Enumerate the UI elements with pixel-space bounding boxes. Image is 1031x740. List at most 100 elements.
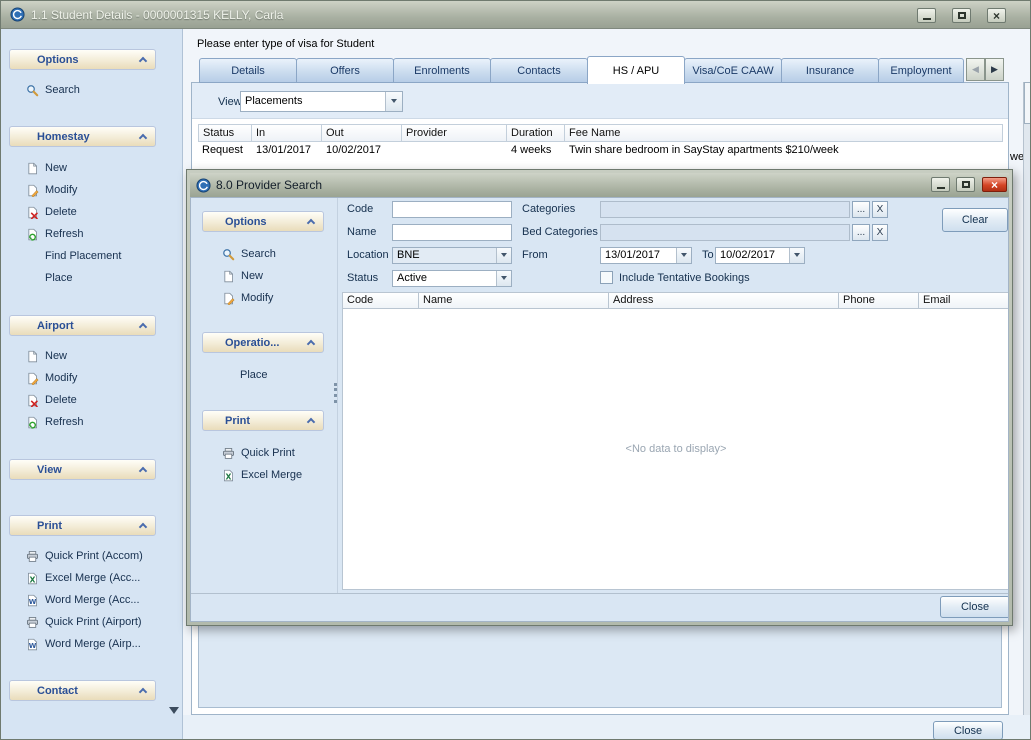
location-label: Location <box>347 249 389 261</box>
sidebar-item-find-placement[interactable]: Find Placement <box>9 247 156 265</box>
sidebar-item-modify[interactable]: Modify <box>202 289 324 307</box>
tab-insurance[interactable]: Insurance <box>781 58 879 83</box>
clear-button[interactable]: Clear <box>942 208 1008 232</box>
tentative-bookings-checkbox[interactable] <box>600 271 613 284</box>
categories-label: Categories <box>522 203 575 215</box>
code-input[interactable] <box>392 201 512 218</box>
tab-details[interactable]: Details <box>199 58 297 83</box>
sidebar-item-label: Excel Merge <box>241 469 302 481</box>
section-header-print[interactable]: Print <box>9 515 156 536</box>
sidebar-item-label: Search <box>241 248 276 260</box>
section-header-contact[interactable]: Contact <box>9 680 156 701</box>
sidebar-item-excel-merge[interactable]: X Excel Merge <box>202 466 324 484</box>
location-select[interactable]: BNE <box>392 247 512 264</box>
sidebar-item-homestay-delete[interactable]: Delete <box>9 203 156 221</box>
column-header-provider[interactable]: Provider <box>402 124 507 142</box>
tab-visa-coe-caaw[interactable]: Visa/CoE CAAW <box>684 58 782 83</box>
section-label: View <box>37 464 62 476</box>
sidebar-item-homestay-refresh[interactable]: Refresh <box>9 225 156 243</box>
column-header-name[interactable]: Name <box>419 292 609 309</box>
column-header-email[interactable]: Email <box>919 292 1009 309</box>
categories-clear-button[interactable]: X <box>872 201 888 218</box>
close-button[interactable]: × <box>982 177 1007 192</box>
splitter-handle[interactable] <box>334 383 337 403</box>
vertical-scrollbar[interactable] <box>1023 82 1031 740</box>
status-select[interactable]: Active <box>392 270 512 287</box>
maximize-button[interactable] <box>956 177 975 192</box>
categories-browse-button[interactable]: ... <box>852 201 870 218</box>
provider-titlebar[interactable]: 8.0 Provider Search × <box>190 173 1009 197</box>
scroll-down-icon[interactable] <box>168 705 180 717</box>
chevron-down-icon <box>496 271 511 286</box>
sidebar-item-quick-print-airport[interactable]: Quick Print (Airport) <box>9 613 169 631</box>
sidebar-item-word-merge-accom[interactable]: W Word Merge (Acc... <box>9 591 169 609</box>
bed-categories-browse-button[interactable]: ... <box>852 224 870 241</box>
scrollbar-thumb[interactable] <box>1024 82 1031 124</box>
tab-employment[interactable]: Employment <box>878 58 964 83</box>
cell-in: 13/01/2017 <box>252 142 322 159</box>
close-button[interactable]: × <box>987 8 1006 23</box>
provider-close-button[interactable]: Close <box>940 596 1009 618</box>
sidebar-splitter[interactable] <box>337 198 338 593</box>
section-header-options[interactable]: Options <box>202 211 324 232</box>
search-icon <box>24 82 40 98</box>
sidebar-item-homestay-new[interactable]: New <box>9 159 156 177</box>
column-header-phone[interactable]: Phone <box>839 292 919 309</box>
tentative-bookings-label: Include Tentative Bookings <box>619 272 750 284</box>
sidebar-item-airport-refresh[interactable]: Refresh <box>9 413 156 431</box>
sidebar-item-homestay-modify[interactable]: Modify <box>9 181 156 199</box>
refresh-icon <box>24 414 40 430</box>
maximize-button[interactable] <box>952 8 971 23</box>
main-titlebar[interactable]: 1.1 Student Details - 0000001315 KELLY, … <box>1 1 1030 29</box>
tab-offers[interactable]: Offers <box>296 58 394 83</box>
section-header-airport[interactable]: Airport <box>9 315 156 336</box>
column-header-status[interactable]: Status <box>198 124 252 142</box>
svg-text:X: X <box>29 575 35 584</box>
sidebar-item-label: Modify <box>241 292 273 304</box>
sidebar-item-excel-merge-accom[interactable]: X Excel Merge (Acc... <box>9 569 169 587</box>
to-date-picker[interactable]: 10/02/2017 <box>715 247 805 264</box>
tab-scroll-left-icon[interactable]: ◀ <box>966 58 985 81</box>
tab-enrolments[interactable]: Enrolments <box>393 58 491 83</box>
blank-icon <box>24 248 40 264</box>
section-label: Print <box>37 520 62 532</box>
sidebar-item-quick-print[interactable]: Quick Print <box>202 444 324 462</box>
column-header-out[interactable]: Out <box>322 124 402 142</box>
bed-categories-field[interactable] <box>600 224 850 241</box>
tab-hs-apu[interactable]: HS / APU <box>587 56 685 84</box>
sidebar-item-word-merge-airport[interactable]: W Word Merge (Airp... <box>9 635 169 653</box>
table-row[interactable]: Request 13/01/2017 10/02/2017 4 weeks Tw… <box>198 142 1003 159</box>
minimize-button[interactable] <box>917 8 936 23</box>
section-header-options[interactable]: Options <box>9 49 156 70</box>
sidebar-item-airport-delete[interactable]: Delete <box>9 391 156 409</box>
column-header-fee-name[interactable]: Fee Name <box>565 124 1003 142</box>
sidebar-item-airport-new[interactable]: New <box>9 347 156 365</box>
sidebar-item-search[interactable]: Search <box>9 81 156 99</box>
section-header-view[interactable]: View <box>9 459 156 480</box>
section-header-homestay[interactable]: Homestay <box>9 126 156 147</box>
main-bottom-bar <box>183 715 1031 740</box>
from-date-picker[interactable]: 13/01/2017 <box>600 247 692 264</box>
column-header-duration[interactable]: Duration <box>507 124 565 142</box>
column-header-in[interactable]: In <box>252 124 322 142</box>
tab-scroll-right-icon[interactable]: ▶ <box>985 58 1004 81</box>
column-header-code[interactable]: Code <box>342 292 419 309</box>
sidebar-item-quick-print-accom[interactable]: Quick Print (Accom) <box>9 547 169 565</box>
tab-contacts[interactable]: Contacts <box>490 58 588 83</box>
bed-categories-clear-button[interactable]: X <box>872 224 888 241</box>
sidebar-item-search[interactable]: Search <box>202 245 324 263</box>
main-close-button[interactable]: Close <box>933 721 1003 740</box>
minimize-button[interactable] <box>931 177 950 192</box>
sidebar-item-place[interactable]: Place <box>9 269 156 287</box>
section-header-print[interactable]: Print <box>202 410 324 431</box>
categories-field[interactable] <box>600 201 850 218</box>
app-icon <box>9 7 25 23</box>
sidebar-item-place[interactable]: Place <box>202 366 324 384</box>
sidebar-item-new[interactable]: New <box>202 267 324 285</box>
name-input[interactable] <box>392 224 512 241</box>
sidebar-item-airport-modify[interactable]: Modify <box>9 369 156 387</box>
search-icon <box>220 246 236 262</box>
section-header-operations[interactable]: Operatio... <box>202 332 324 353</box>
column-header-address[interactable]: Address <box>609 292 839 309</box>
view-select[interactable]: Placements <box>240 91 403 112</box>
